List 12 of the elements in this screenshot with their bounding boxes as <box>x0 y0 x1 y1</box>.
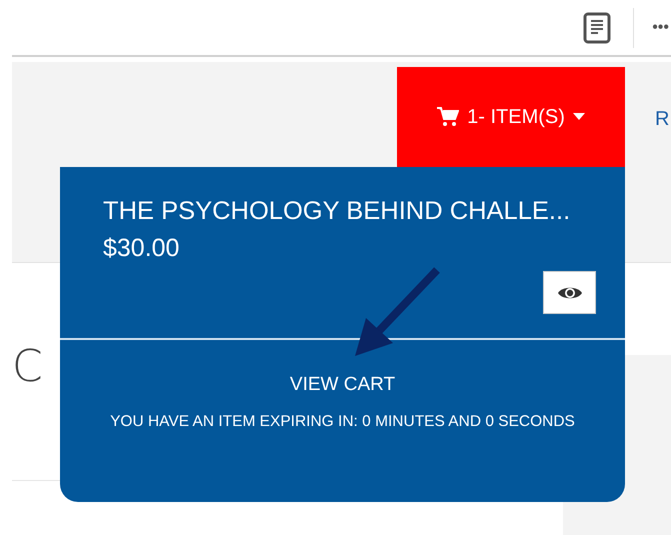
more-button[interactable]: ••• <box>652 18 669 36</box>
cart-icon <box>437 107 460 127</box>
item-title: THE PSYCHOLOGY BEHIND CHALLE... <box>103 197 572 226</box>
nav-link[interactable]: R <box>655 108 670 131</box>
cart-button[interactable]: 1- ITEM(S) <box>397 67 625 167</box>
view-cart-link[interactable]: VIEW CART <box>290 374 396 396</box>
expiry-note: YOU HAVE AN ITEM EXPIRING IN: 0 MINUTES AND 0 SECONDS <box>109 412 576 432</box>
document-icon[interactable] <box>583 12 612 44</box>
page-heading: C <box>12 341 43 392</box>
caret-icon <box>572 113 585 121</box>
item-price: $30.00 <box>103 234 180 263</box>
view-item-button[interactable] <box>543 271 596 314</box>
